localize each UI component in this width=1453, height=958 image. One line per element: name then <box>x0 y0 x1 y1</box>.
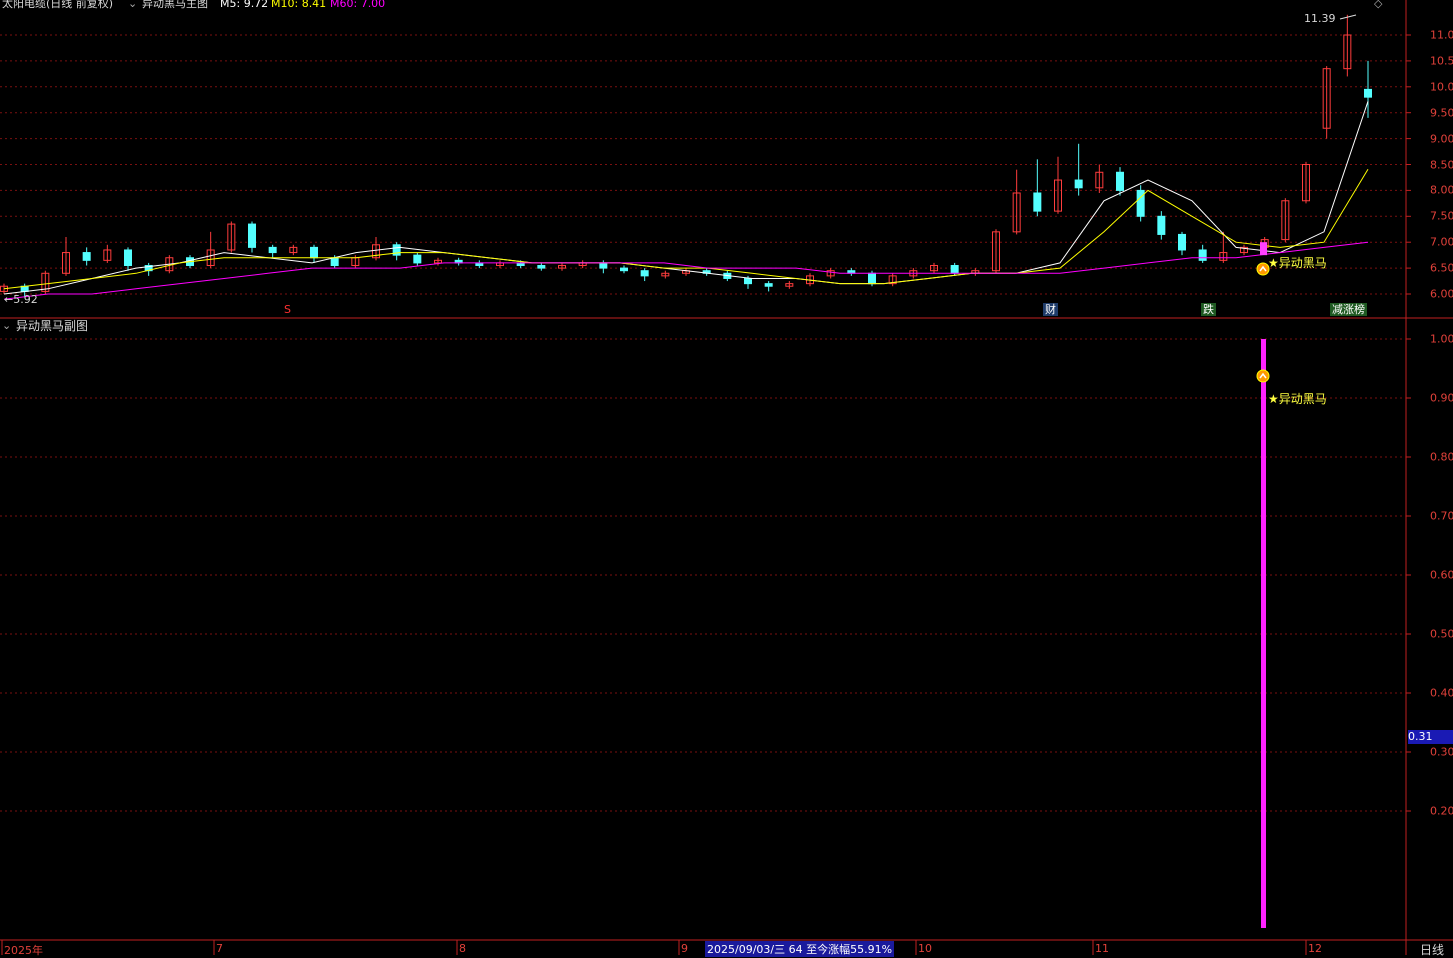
candle-body <box>620 267 628 272</box>
y-tick-label: 10.50 <box>1430 54 1453 68</box>
m10-label: M10: 8.41 <box>271 0 327 10</box>
y-tick-label: 9.00 <box>1430 132 1453 146</box>
signal-label-main: ★异动黑马 <box>1268 256 1327 270</box>
y-tick-label: 0.30 <box>1430 745 1453 759</box>
signal-label-sub: ★异动黑马 <box>1268 392 1327 406</box>
candle-body <box>248 223 256 248</box>
chart-canvas <box>0 0 1453 955</box>
candle-body <box>413 254 422 264</box>
event-badge-s[interactable]: S <box>282 303 293 316</box>
event-badge-zhang[interactable]: 减涨榜 <box>1330 303 1367 316</box>
y-tick-label: 10.00 <box>1430 80 1453 94</box>
y-tick-label: 0.90 <box>1430 391 1453 405</box>
y-tick-label: 0.70 <box>1430 509 1453 523</box>
candle-body <box>1136 189 1145 217</box>
candle-body <box>124 249 132 267</box>
indicator-title[interactable]: 异动黑马主图 <box>142 0 208 10</box>
candle-body <box>599 262 608 269</box>
x-tick-label: 10 <box>918 942 932 955</box>
m60-label: M60: 7.00 <box>330 0 386 10</box>
x-tick-label: 11 <box>1095 942 1109 955</box>
y-tick-label: 7.50 <box>1430 209 1453 223</box>
event-badge-cai[interactable]: 财 <box>1043 303 1058 316</box>
candle-body <box>1178 233 1186 251</box>
y-tick-label: 8.00 <box>1430 183 1453 197</box>
candle-body <box>82 252 91 261</box>
chevron-down-icon[interactable]: ⌄ <box>2 320 11 332</box>
y-tick-label: 0.50 <box>1430 627 1453 641</box>
candle-body <box>868 272 876 285</box>
candle-body <box>764 283 773 287</box>
candle-body <box>1116 171 1124 191</box>
y-tick-label: 7.00 <box>1430 235 1453 249</box>
signal-bar <box>1261 339 1266 928</box>
y-tick-label: 6.00 <box>1430 287 1453 301</box>
candle-body <box>1157 215 1166 235</box>
x-tick-label: 8 <box>459 942 466 955</box>
low-price-value: 5.92 <box>13 293 38 306</box>
y-tick-label: 11.00 <box>1430 28 1453 42</box>
x-tick-label: 7 <box>216 942 223 955</box>
stock-title: 太阳电缆(日线 前复权) <box>2 0 114 10</box>
candle-body <box>744 277 752 285</box>
y-tick-label: 0.60 <box>1430 568 1453 582</box>
x-tick-label: 2025年 <box>4 944 43 957</box>
candle-body <box>330 257 339 267</box>
x-tick-label: 12 <box>1308 942 1322 955</box>
y-tick-label: 0.40 <box>1430 686 1453 700</box>
x-tick-label: 9 <box>681 942 688 955</box>
y-tick-label: 0.80 <box>1430 450 1453 464</box>
y-tick-label: 9.50 <box>1430 106 1453 120</box>
candle-body <box>1074 179 1083 189</box>
y-tick-label: 8.50 <box>1430 158 1453 171</box>
candle-body <box>950 265 959 274</box>
signal-marker-icon <box>1256 369 1270 383</box>
candle-body <box>537 265 546 269</box>
y-tick-label: 0.20 <box>1430 804 1453 818</box>
current-value-badge: 0.31 <box>1408 730 1453 744</box>
period-label[interactable]: 日线 <box>1420 941 1444 958</box>
candle-body <box>1198 249 1207 261</box>
candle-body <box>310 246 318 259</box>
m5-label: M5: 9.72 <box>220 0 269 10</box>
low-price-label: ←5.92 <box>4 293 38 306</box>
candle-body <box>268 246 277 254</box>
chevron-down-icon[interactable]: ⌄ <box>128 0 137 10</box>
signal-candle <box>1260 242 1267 256</box>
diamond-icon[interactable]: ◇ <box>1374 0 1382 10</box>
y-tick-label: 6.50 <box>1430 261 1453 275</box>
high-price-label: 11.39 <box>1304 12 1336 25</box>
sub-chart-title[interactable]: 异动黑马副图 <box>16 320 88 332</box>
candle-body <box>640 270 649 277</box>
event-badge-die[interactable]: 跌 <box>1201 303 1216 316</box>
high-price-pointer <box>1339 14 1357 20</box>
candle-body <box>1033 192 1042 212</box>
candle-body <box>1364 88 1372 98</box>
y-tick-label: 1.00 <box>1430 332 1453 346</box>
